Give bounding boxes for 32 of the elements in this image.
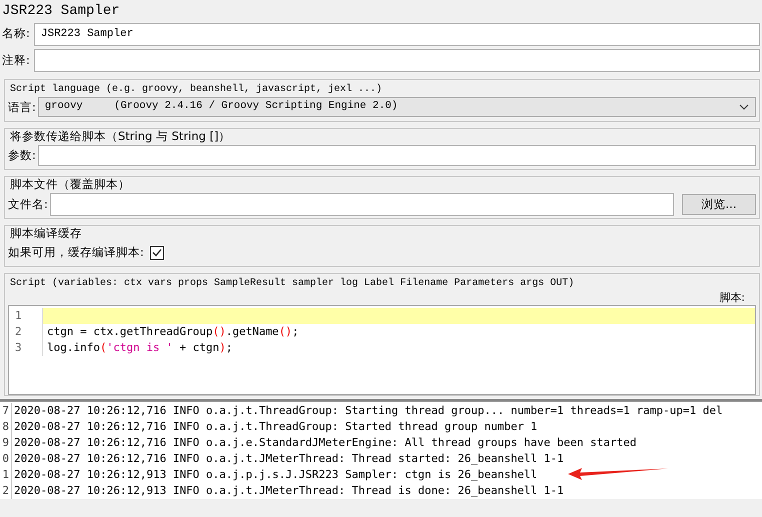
- window-title: JSR223 Sampler: [1, 2, 121, 21]
- log-line: 2020-08-27 10:26:12,716 INFO o.a.j.t.JMeterThread: Thread started: 26_beanshell 1-1: [13, 451, 564, 468]
- line-number: 1: [0, 467, 12, 484]
- checkbox[interactable]: [150, 246, 164, 260]
- text-field[interactable]: [38, 145, 756, 166]
- code-line: log.info('ctgn is ' + ctgn);: [46, 340, 232, 356]
- line-number: 7: [0, 403, 12, 420]
- text-field[interactable]: JSR223 Sampler: [34, 22, 760, 46]
- field-label: 语言:: [8, 98, 36, 116]
- field-label: 参数:: [8, 147, 36, 164]
- field-label: 文件名:: [8, 196, 48, 213]
- field-label: 名称:: [2, 25, 30, 42]
- line-number: 0: [0, 451, 12, 468]
- editor-label: 脚本:: [718, 291, 746, 306]
- text-field[interactable]: [34, 49, 760, 72]
- line-number: 9: [0, 435, 12, 452]
- log-line: 2020-08-27 10:26:12,913 INFO o.a.j.p.j.s.J.JSR223 Sampler: ctgn is 26_beanshell: [13, 467, 538, 484]
- line-number: 1: [9, 308, 43, 324]
- code-line: ctgn = ctx.getThreadGroup().getName();: [46, 324, 299, 340]
- log-line: 2020-08-27 10:26:12,913 INFO o.a.j.t.JMeterThread: Thread is done: 26_beanshell 1-1: [13, 483, 564, 500]
- log-line: 2020-08-27 10:26:12,716 INFO o.a.j.t.ThreadGroup: Starting thread group... number=1 threads=1 ramp-up=1 del: [13, 403, 723, 420]
- text-field[interactable]: [50, 192, 674, 216]
- line-number: 2: [0, 483, 12, 500]
- chevron-down-icon: [739, 104, 749, 110]
- field-label: 注释:: [2, 52, 30, 70]
- field-label: 如果可用，缓存编译脚本:: [8, 244, 144, 262]
- log-line: 2020-08-27 10:26:12,716 INFO o.a.j.t.ThreadGroup: Started thread group number 1: [13, 419, 538, 436]
- browse-button[interactable]: 浏览...: [682, 194, 756, 215]
- line-number: 8: [0, 419, 12, 436]
- log-line: 2020-08-27 10:26:12,716 INFO o.a.j.e.StandardJMeterEngine: All thread groups have been started: [13, 435, 637, 452]
- group-legend: 脚本编译缓存: [8, 226, 84, 240]
- language-dropdown[interactable]: groovy (Groovy 2.4.16 / Groovy Scripting Engine 2.0): [38, 97, 756, 118]
